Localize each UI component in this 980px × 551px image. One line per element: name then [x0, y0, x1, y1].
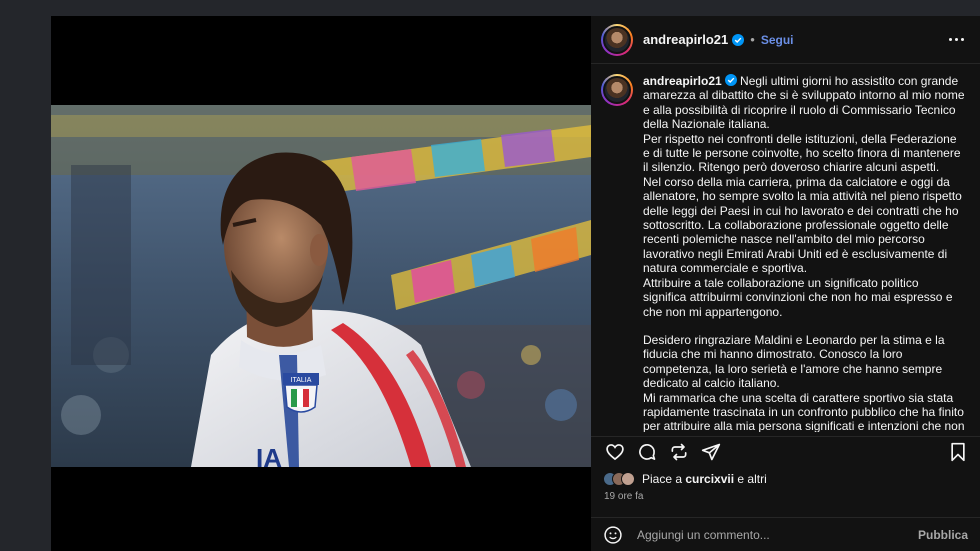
caption-text-2: Per rispetto nei confronti delle istituz… [643, 131, 961, 175]
caption-text-4: Attribuire a tale collaborazione un sign… [643, 275, 953, 319]
post-header: andreapirlo21 • Segui [591, 16, 980, 64]
comment-bar: Pubblica [591, 517, 980, 551]
liker-avatars [603, 472, 635, 486]
repost-button[interactable] [667, 440, 691, 464]
action-bar [591, 436, 980, 466]
likes-summary: Piace a curcixvii e altri [603, 472, 767, 486]
verified-badge-icon [732, 33, 745, 46]
verified-badge-icon [725, 74, 738, 86]
post-media-area: ITALIA IA [51, 16, 591, 551]
caption-username[interactable]: andreapirlo21 [643, 74, 722, 88]
caption-avatar[interactable] [601, 74, 633, 106]
caption-text-5: Desidero ringraziare Maldini e Leonardo … [643, 332, 945, 391]
crest-text: ITALIA [291, 377, 312, 384]
heart-icon [606, 443, 624, 460]
likes-user[interactable]: curcixvii [685, 472, 734, 486]
liked-by-text[interactable]: Piace a curcixvii e altri [642, 472, 767, 486]
follow-button[interactable]: Segui [761, 33, 794, 47]
caption-area: andreapirlo21 Negli ultimi giorni ho ass… [591, 64, 980, 432]
save-button[interactable] [946, 440, 970, 464]
post-caption: andreapirlo21 Negli ultimi giorni ho ass… [643, 74, 965, 432]
post-timestamp[interactable]: 19 ore fa [604, 491, 643, 502]
avatar-image [603, 25, 631, 54]
caption-text-3: Nel corso della mia carriera, prima da c… [643, 174, 962, 276]
caption-text-6: Mi rammarica che una scelta di carattere… [643, 390, 965, 432]
post-side-panel: andreapirlo21 • Segui andreapirlo21 Negl… [591, 16, 980, 551]
comment-icon [639, 443, 656, 460]
avatar-image [603, 76, 631, 104]
repost-icon [671, 443, 687, 460]
comment-button[interactable] [635, 440, 659, 464]
caption-paragraph: andreapirlo21 Negli ultimi giorni ho ass… [643, 74, 965, 132]
author-username[interactable]: andreapirlo21 [643, 32, 728, 47]
bookmark-icon [951, 442, 965, 461]
send-icon [701, 443, 721, 460]
emoji-icon[interactable] [603, 525, 623, 545]
post-photo[interactable]: ITALIA IA [51, 105, 591, 467]
publish-button[interactable]: Pubblica [918, 528, 968, 542]
author-avatar[interactable] [601, 23, 633, 56]
share-button[interactable] [699, 440, 723, 464]
jersey-bottom-text: IA [256, 443, 282, 467]
likes-suffix: e altri [734, 472, 767, 486]
portrait-image: ITALIA IA [51, 105, 591, 467]
like-button[interactable] [603, 440, 627, 464]
liker-avatar [621, 472, 635, 486]
likes-prefix: Piace a [642, 472, 686, 486]
separator-dot: • [750, 32, 755, 47]
comment-input[interactable] [637, 527, 918, 542]
more-options-icon[interactable] [943, 32, 970, 47]
